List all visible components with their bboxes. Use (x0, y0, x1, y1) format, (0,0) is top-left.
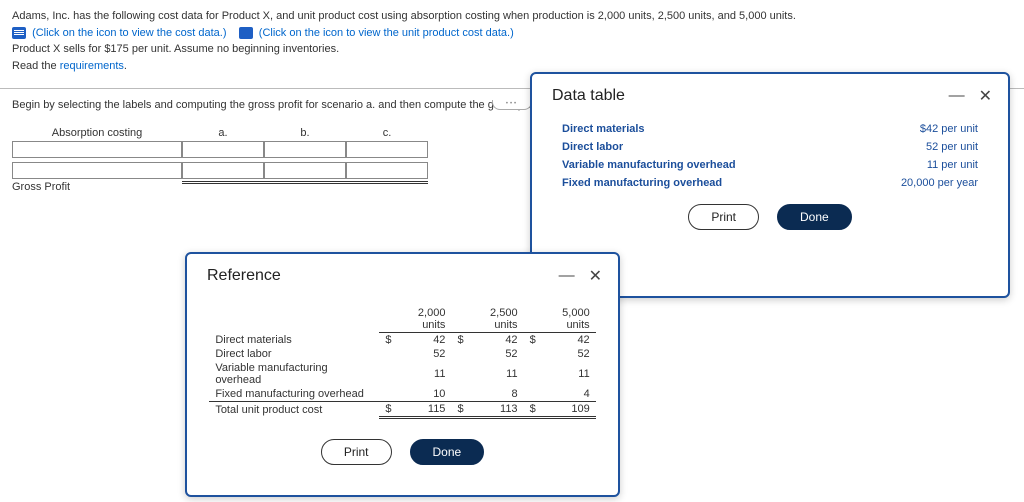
row2-a-input[interactable] (182, 162, 264, 179)
done-button[interactable]: Done (777, 204, 852, 230)
minimize-icon[interactable]: — (949, 87, 965, 105)
row1-c-input[interactable] (346, 141, 428, 158)
gross-c-cell (346, 181, 428, 193)
problem-line1: Adams, Inc. has the following cost data … (12, 8, 1012, 25)
row2-c-input[interactable] (346, 162, 428, 179)
table-icon[interactable] (12, 27, 26, 39)
col-c: c. (346, 125, 428, 141)
row1-a-input[interactable] (182, 141, 264, 158)
reference-title: Reference (207, 267, 281, 285)
minimize-icon[interactable]: — (559, 267, 575, 285)
row1-b-input[interactable] (264, 141, 346, 158)
col-b: b. (264, 125, 346, 141)
row1-label-input[interactable] (12, 141, 182, 158)
print-button[interactable]: Print (321, 439, 392, 465)
table-row: Direct materials $42 $42 $42 (209, 333, 595, 348)
close-icon[interactable]: ✕ (979, 86, 992, 106)
doc-icon[interactable] (239, 27, 253, 39)
row2-b-input[interactable] (264, 162, 346, 179)
unit-cost-link[interactable]: (Click on the icon to view the unit prod… (259, 27, 514, 39)
gross-profit-label: Gross Profit (12, 179, 182, 193)
print-button[interactable]: Print (688, 204, 759, 230)
table-row: Fixed manufacturing overhead 10 8 4 (209, 387, 595, 402)
table-row: Direct materials $42 per unit (562, 120, 978, 138)
gross-a-cell (182, 181, 264, 193)
reference-dialog: Reference — ✕ 2,000 units 2,500 units 5,… (185, 252, 620, 497)
table-row: Variable manufacturing overhead 11 11 11 (209, 361, 595, 387)
requirements-link[interactable]: requirements (60, 60, 124, 72)
table-row: Variable manufacturing overhead 11 per u… (562, 156, 978, 174)
table-row: Fixed manufacturing overhead 20,000 per … (562, 174, 978, 192)
data-table-body: Direct materials $42 per unit Direct lab… (532, 114, 1008, 192)
table-row: Direct labor 52 52 52 (209, 347, 595, 361)
problem-links-row: (Click on the icon to view the cost data… (12, 25, 1012, 42)
gross-b-cell (264, 181, 346, 193)
reference-table: 2,000 units 2,500 units 5,000 units Dire… (209, 306, 595, 419)
table-row: Direct labor 52 per unit (562, 138, 978, 156)
col-a: a. (182, 125, 264, 141)
worksheet-title: Absorption costing (12, 125, 182, 141)
table-row-total: Total unit product cost $115 $113 $109 (209, 402, 595, 418)
section-handle[interactable]: ••• (492, 100, 532, 110)
problem-line2: Product X sells for $175 per unit. Assum… (12, 41, 1012, 58)
data-table-title: Data table (552, 87, 625, 105)
problem-statement: Adams, Inc. has the following cost data … (0, 0, 1024, 74)
cost-data-link[interactable]: (Click on the icon to view the cost data… (32, 27, 226, 39)
row2-label-input[interactable] (12, 162, 182, 179)
done-button[interactable]: Done (410, 439, 485, 465)
close-icon[interactable]: ✕ (589, 266, 602, 286)
